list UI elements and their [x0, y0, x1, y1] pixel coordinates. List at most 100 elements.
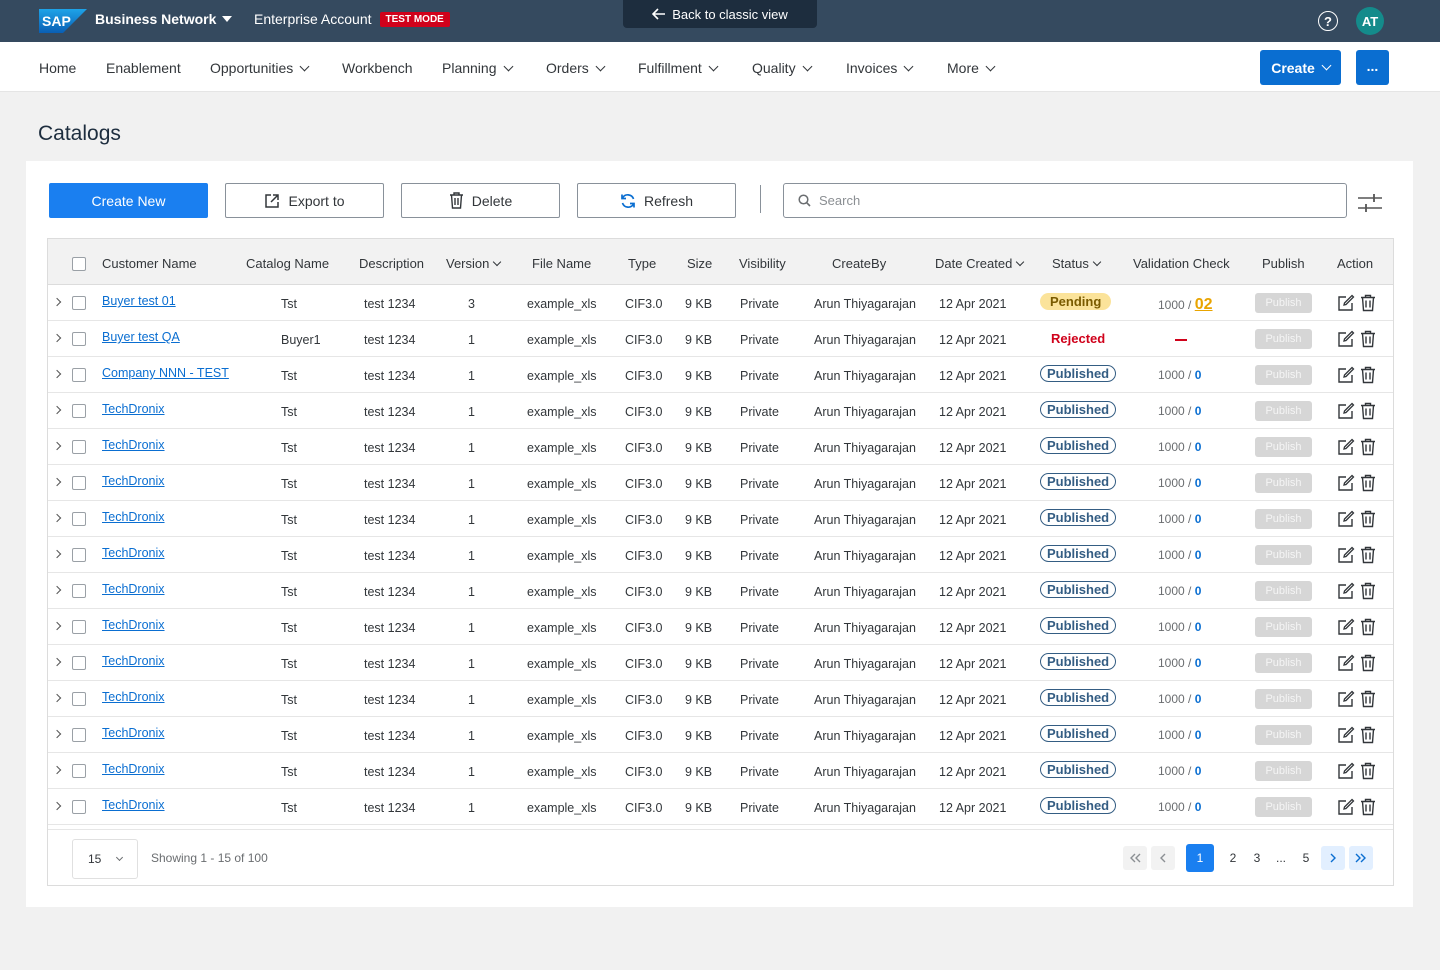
page-size-select[interactable]: 15 [72, 839, 138, 879]
nav-home[interactable]: Home [39, 60, 76, 76]
page-1-button[interactable]: 1 [1186, 844, 1214, 872]
trash-icon[interactable] [1359, 690, 1377, 708]
col-description[interactable]: Description [359, 256, 424, 271]
validation-check[interactable]: 1000 / 0 [1158, 368, 1201, 382]
page-5-button[interactable]: 5 [1300, 845, 1312, 871]
customer-name-link[interactable]: Buyer test 01 [102, 294, 176, 308]
validation-check[interactable]: 1000 / 0 [1158, 728, 1201, 742]
validation-check[interactable]: 1000 / 0 [1158, 548, 1201, 562]
table-row[interactable]: TechDronix Tst test 1234 1 example_xls C… [48, 609, 1393, 645]
edit-icon[interactable] [1337, 690, 1355, 708]
col-type[interactable]: Type [628, 256, 656, 271]
last-page-button[interactable] [1349, 846, 1373, 870]
expand-chevron-icon[interactable] [52, 369, 62, 379]
col-file-name[interactable]: File Name [532, 256, 591, 271]
edit-icon[interactable] [1337, 474, 1355, 492]
validation-check[interactable]: 1000 / 0 [1158, 620, 1201, 634]
row-checkbox[interactable] [72, 620, 86, 634]
expand-chevron-icon[interactable] [52, 297, 62, 307]
first-page-button[interactable] [1123, 846, 1147, 870]
validation-check[interactable]: 1000 / 0 [1158, 764, 1201, 778]
col-date-created[interactable]: Date Created [935, 256, 1025, 271]
create-button[interactable]: Create [1260, 50, 1341, 85]
edit-icon[interactable] [1337, 294, 1355, 312]
help-icon[interactable]: ? [1318, 11, 1338, 31]
trash-icon[interactable] [1359, 366, 1377, 384]
edit-icon[interactable] [1337, 798, 1355, 816]
table-row[interactable]: TechDronix Tst test 1234 1 example_xls C… [48, 681, 1393, 717]
validation-check[interactable]: 1000 / 0 [1158, 656, 1201, 670]
trash-icon[interactable] [1359, 798, 1377, 816]
edit-icon[interactable] [1337, 582, 1355, 600]
validation-check[interactable]: 1000 / 0 [1158, 404, 1201, 418]
table-row[interactable]: Buyer test 01 Tst test 1234 3 example_xl… [48, 285, 1393, 321]
row-checkbox[interactable] [72, 296, 86, 310]
col-status[interactable]: Status [1052, 256, 1102, 271]
validation-check[interactable]: 1000 / 0 [1158, 440, 1201, 454]
expand-chevron-icon[interactable] [52, 801, 62, 811]
table-row[interactable]: TechDronix Tst test 1234 1 example_xls C… [48, 537, 1393, 573]
table-row[interactable]: Buyer test QA Buyer1 test 1234 1 example… [48, 321, 1393, 357]
edit-icon[interactable] [1337, 510, 1355, 528]
page-3-button[interactable]: 3 [1251, 845, 1263, 871]
nav-enablement[interactable]: Enablement [106, 60, 181, 76]
customer-name-link[interactable]: TechDronix [102, 438, 165, 452]
col-createby[interactable]: CreateBy [832, 256, 886, 271]
table-row[interactable]: TechDronix Tst test 1234 1 example_xls C… [48, 789, 1393, 825]
trash-icon[interactable] [1359, 546, 1377, 564]
customer-name-link[interactable]: TechDronix [102, 510, 165, 524]
customer-name-link[interactable]: TechDronix [102, 690, 165, 704]
validation-check[interactable]: 1000 / 0 [1158, 476, 1201, 490]
validation-check[interactable]: 1000 / 0 [1158, 512, 1201, 526]
table-row[interactable]: Company NNN - TEST Tst test 1234 1 examp… [48, 357, 1393, 393]
customer-name-link[interactable]: TechDronix [102, 546, 165, 560]
row-checkbox[interactable] [72, 584, 86, 598]
trash-icon[interactable] [1359, 510, 1377, 528]
sap-logo[interactable]: SAP [39, 9, 87, 33]
nav-orders[interactable]: Orders [546, 60, 606, 76]
edit-icon[interactable] [1337, 726, 1355, 744]
nav-fulfillment[interactable]: Fulfillment [638, 60, 719, 76]
table-row[interactable]: TechDronix Tst test 1234 1 example_xls C… [48, 573, 1393, 609]
page-2-button[interactable]: 2 [1227, 845, 1239, 871]
nav-planning[interactable]: Planning [442, 60, 513, 76]
validation-check[interactable]: 1000 / 0 [1158, 584, 1201, 598]
table-row[interactable]: TechDronix Tst test 1234 1 example_xls C… [48, 717, 1393, 753]
table-row[interactable]: TechDronix Tst test 1234 1 example_xls C… [48, 465, 1393, 501]
validation-check[interactable]: 1000 / 02 [1158, 296, 1213, 314]
trash-icon[interactable] [1359, 618, 1377, 636]
col-visibility[interactable]: Visibility [739, 256, 786, 271]
edit-icon[interactable] [1337, 330, 1355, 348]
customer-name-link[interactable]: TechDronix [102, 726, 165, 740]
table-row[interactable]: TechDronix Tst test 1234 1 example_xls C… [48, 645, 1393, 681]
expand-chevron-icon[interactable] [52, 441, 62, 451]
row-checkbox[interactable] [72, 368, 86, 382]
back-to-classic-button[interactable]: Back to classic view [623, 0, 817, 28]
filter-settings-icon[interactable] [1357, 192, 1383, 214]
row-checkbox[interactable] [72, 692, 86, 706]
expand-chevron-icon[interactable] [52, 657, 62, 667]
customer-name-link[interactable]: TechDronix [102, 402, 165, 416]
edit-icon[interactable] [1337, 654, 1355, 672]
nav-quality[interactable]: Quality [752, 60, 813, 76]
trash-icon[interactable] [1359, 654, 1377, 672]
customer-name-link[interactable]: Buyer test QA [102, 330, 180, 344]
row-checkbox[interactable] [72, 764, 86, 778]
search-box[interactable] [783, 183, 1347, 218]
trash-icon[interactable] [1359, 582, 1377, 600]
col-size[interactable]: Size [687, 256, 712, 271]
trash-icon[interactable] [1359, 726, 1377, 744]
trash-icon[interactable] [1359, 762, 1377, 780]
trash-icon[interactable] [1359, 402, 1377, 420]
brand-menu[interactable]: Business Network [95, 11, 233, 27]
col-customer-name[interactable]: Customer Name [102, 256, 197, 271]
edit-icon[interactable] [1337, 402, 1355, 420]
refresh-button[interactable]: Refresh [577, 183, 736, 218]
delete-button[interactable]: Delete [401, 183, 560, 218]
nav-workbench[interactable]: Workbench [342, 60, 413, 76]
expand-chevron-icon[interactable] [52, 477, 62, 487]
expand-chevron-icon[interactable] [52, 333, 62, 343]
table-row[interactable]: TechDronix Tst test 1234 1 example_xls C… [48, 753, 1393, 789]
next-page-button[interactable] [1321, 846, 1345, 870]
expand-chevron-icon[interactable] [52, 585, 62, 595]
